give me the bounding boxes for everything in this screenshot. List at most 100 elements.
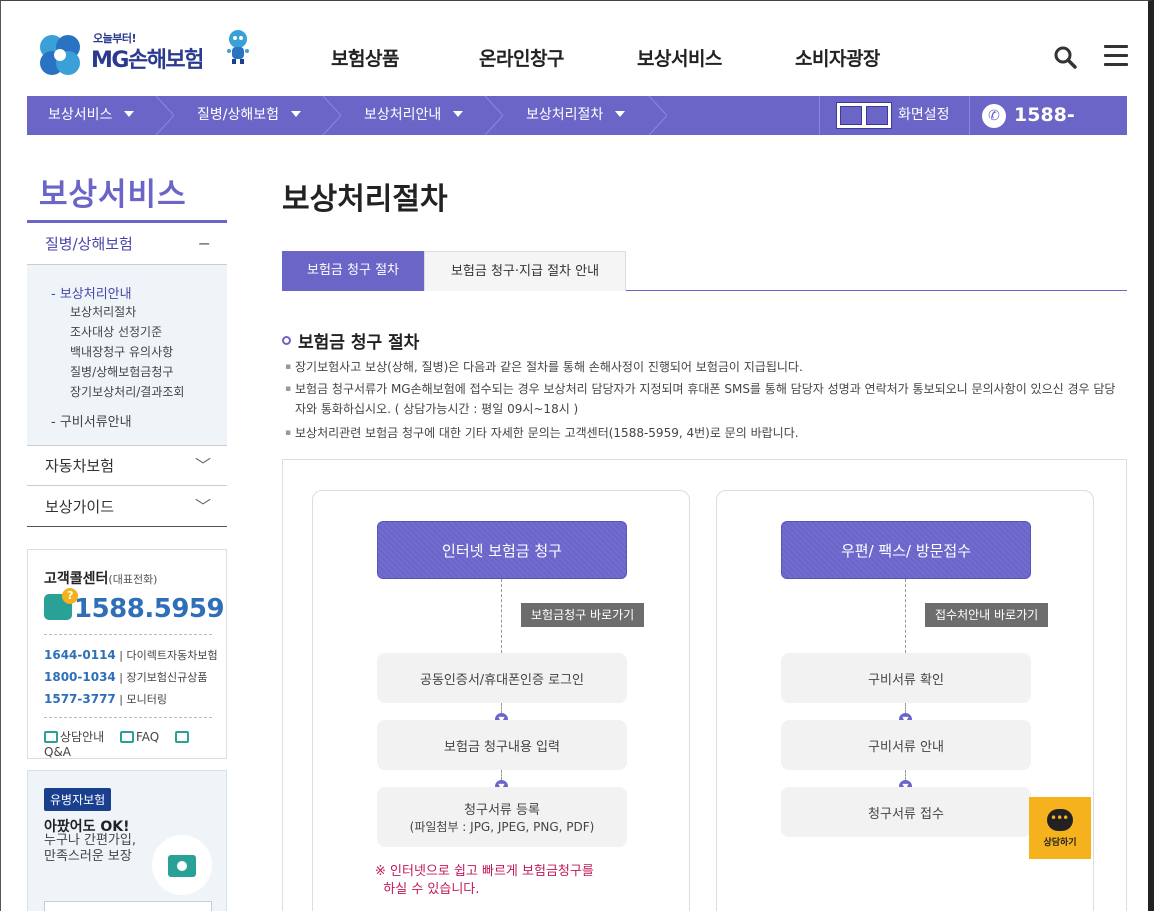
note-line: ※ 인터넷으로 쉽고 빠르게 보험금청구를 xyxy=(375,864,594,879)
customer-center: 고객콜센터(대표전화) 1588.5959 1644-0114 | 다이렉트자동… xyxy=(27,549,227,759)
crumb-disease-injury[interactable]: 질병/상해보험 xyxy=(197,96,301,135)
lnb-sub-item[interactable]: 질병/상해보험금청구 xyxy=(70,363,173,380)
tab-claim-payment-guide[interactable]: 보험금 청구·지급 절차 안내 xyxy=(424,251,626,291)
mail-icon xyxy=(120,731,134,743)
header-phone[interactable]: ✆ 1588-5959 xyxy=(969,96,1127,165)
internet-claim-heading: 인터넷 보험금 청구 xyxy=(377,521,627,579)
cc-row: 1577-3777 | 모니터링 xyxy=(44,692,167,706)
clover-logo-icon xyxy=(40,35,80,75)
chevron-down-icon: ﹀ xyxy=(194,497,211,516)
claim-note: ※ 인터넷으로 쉽고 빠르게 보험금청구를 하실 수 있습니다. xyxy=(375,863,594,899)
connector-line xyxy=(905,770,906,780)
lnb-sub-item[interactable]: 장기보상처리/결과조회 xyxy=(70,383,184,400)
promo-text-line: 만족스러운 보장 xyxy=(44,849,132,864)
connector-line xyxy=(501,703,502,713)
location-bar: 보상서비스 질병/상해보험 보상처리안내 보상처리절차 화면설정 ✆ 1588-… xyxy=(27,96,1127,165)
crumb-claims-procedure[interactable]: 보상처리절차 xyxy=(526,96,626,135)
nav-online-desk[interactable]: 온라인창구 xyxy=(479,44,599,71)
caret-down-icon xyxy=(615,111,626,117)
crumb-label: 보상처리안내 xyxy=(364,107,442,123)
cc-link-faq[interactable]: FAQ xyxy=(120,730,165,744)
nav-consumer-square[interactable]: 소비자광장 xyxy=(795,44,915,71)
cc-title: 고객콜센터(대표전화) xyxy=(44,568,157,588)
caret-down-icon xyxy=(124,111,135,117)
cc-row-number: 1800-1034 xyxy=(44,670,116,684)
cc-link-label: FAQ xyxy=(136,730,160,744)
nav-claims-service[interactable]: 보상서비스 xyxy=(637,44,757,71)
promo-text-line: 누구나 간편가입, xyxy=(44,833,136,848)
cc-main-phone[interactable]: 1588.5959 xyxy=(44,588,225,624)
promo-text: 누구나 간편가입, 만족스러운 보장 xyxy=(44,833,136,865)
crumb-claims-guide[interactable]: 보상처리안내 xyxy=(364,96,464,135)
page-title: 보상처리절차 xyxy=(282,182,448,217)
mascot-icon xyxy=(227,30,249,64)
lnb-item-guide[interactable]: 보상가이드 ﹀ xyxy=(27,487,227,527)
crumb-claims-service[interactable]: 보상서비스 xyxy=(48,96,135,135)
info-bullet: 보상처리관련 보험금 청구에 대한 기타 자세한 문의는 고객센터(1588-5… xyxy=(285,423,1120,443)
lnb-sub-item[interactable]: 조사대상 선정기준 xyxy=(70,323,162,340)
offline-claim-heading: 우편/ 팩스/ 방문접수 xyxy=(781,521,1031,579)
reception-shortcut-button[interactable]: 접수처안내 바로가기 xyxy=(925,603,1049,627)
chat-consult-button[interactable]: 상담하기 xyxy=(1029,797,1091,859)
cc-title-text: 고객콜센터 xyxy=(44,571,109,587)
cc-title-sub: (대표전화) xyxy=(108,573,158,586)
tab-claim-procedure[interactable]: 보험금 청구 절차 xyxy=(282,251,424,291)
lnb-sub-item[interactable]: 보상처리절차 xyxy=(70,303,136,320)
circle-bullet-icon xyxy=(282,336,291,345)
lnb-item-label: 질병/상해보험 xyxy=(45,235,133,253)
lnb-item-disease-injury[interactable]: 질병/상해보험 − xyxy=(27,223,227,265)
lnb-item-label: 자동차보험 xyxy=(45,457,115,475)
promo-bar xyxy=(44,901,212,911)
connector-line xyxy=(501,770,502,780)
layout-toggle-icon xyxy=(836,102,892,129)
browser-frame: 오늘부터! MG손해보험 보험상품 온라인창구 보상서비스 소비자광장 보상서비… xyxy=(0,0,1154,911)
connector-line xyxy=(501,579,502,653)
lnb-sub-item[interactable]: 백내장청구 유의사항 xyxy=(70,343,173,360)
promo-badge: 유병자보험 xyxy=(44,788,112,811)
step-sublabel: (파일첨부 : JPG, JPEG, PNG, PDF) xyxy=(409,820,595,834)
internet-claim-column: 인터넷 보험금 청구 보험금청구 바로가기 공동인증서/휴대폰인증 로그인 ▼ … xyxy=(312,490,690,911)
content-tabs: 보험금 청구 절차 보험금 청구·지급 절차 안내 xyxy=(282,251,1127,291)
cc-link-label: 상담안내 xyxy=(60,730,105,744)
crumb-label: 보상서비스 xyxy=(48,107,113,123)
lnb-sub-documents[interactable]: - 구비서류안내 xyxy=(51,411,132,430)
section-title: 보험금 청구 절차 xyxy=(282,328,419,353)
step-document-guide: 구비서류 안내 xyxy=(781,720,1031,770)
connector-line xyxy=(905,703,906,713)
cc-row-label: 다이렉트자동차보험 xyxy=(126,649,218,662)
chat-label: 상담하기 xyxy=(1043,838,1077,848)
crumb-label: 질병/상해보험 xyxy=(197,107,279,123)
screen-settings[interactable]: 화면설정 xyxy=(819,96,969,135)
step-label: 보험금 청구내용 입력 xyxy=(444,739,560,755)
cc-row-label: 모니터링 xyxy=(126,693,167,706)
cc-links: 상담안내 FAQ Q&A xyxy=(44,728,226,759)
chevron-separator-icon xyxy=(155,96,174,135)
step-label: 구비서류 확인 xyxy=(868,672,944,688)
section-title-text: 보험금 청구 절차 xyxy=(298,333,420,353)
lnb-submenu: - 보상처리안내 보상처리절차 조사대상 선정기준 백내장청구 유의사항 질병/… xyxy=(27,265,227,446)
cc-row: 1800-1034 | 장기보험신규상품 xyxy=(44,670,208,684)
info-bullet: 보험금 청구서류가 MG손해보험에 접수되는 경우 보상처리 담당자가 지정되며… xyxy=(285,379,1120,419)
caret-down-icon xyxy=(291,111,301,117)
hamburger-menu-icon[interactable] xyxy=(1104,45,1128,67)
collapse-icon: − xyxy=(197,234,211,253)
promo-circle xyxy=(152,835,212,895)
cc-row-number: 1644-0114 xyxy=(44,648,116,662)
lnb-item-auto[interactable]: 자동차보험 ﹀ xyxy=(27,446,227,486)
nav-products[interactable]: 보험상품 xyxy=(331,44,451,71)
claim-shortcut-button[interactable]: 보험금청구 바로가기 xyxy=(521,603,645,627)
step-label: 구비서류 안내 xyxy=(868,739,944,755)
promo-banner[interactable]: 유병자보험 아팠어도 OK! 누구나 간편가입, 만족스러운 보장 xyxy=(27,770,227,911)
logo[interactable]: 오늘부터! MG손해보험 xyxy=(35,29,255,79)
info-bullet-text: 장기보험사고 보상(상해, 질병)은 다음과 같은 절차를 통해 손해사정이 진… xyxy=(295,360,803,374)
chat-bubble-icon xyxy=(44,731,58,743)
search-icon[interactable] xyxy=(1053,45,1077,69)
chevron-separator-icon xyxy=(322,96,341,135)
cc-main-phone-number: 1588.5959 xyxy=(74,594,225,624)
lnb-sub-claims-guide[interactable]: - 보상처리안내 xyxy=(51,283,132,302)
step-label: 청구서류 접수 xyxy=(868,806,944,822)
info-bullet-text: 보상처리관련 보험금 청구에 대한 기타 자세한 문의는 고객센터(1588-5… xyxy=(295,426,799,440)
cc-link-consult[interactable]: 상담안내 xyxy=(44,730,110,744)
lnb-item-label: 보상가이드 xyxy=(45,498,115,516)
header-phone-number: 1588-5959 xyxy=(1014,104,1075,165)
